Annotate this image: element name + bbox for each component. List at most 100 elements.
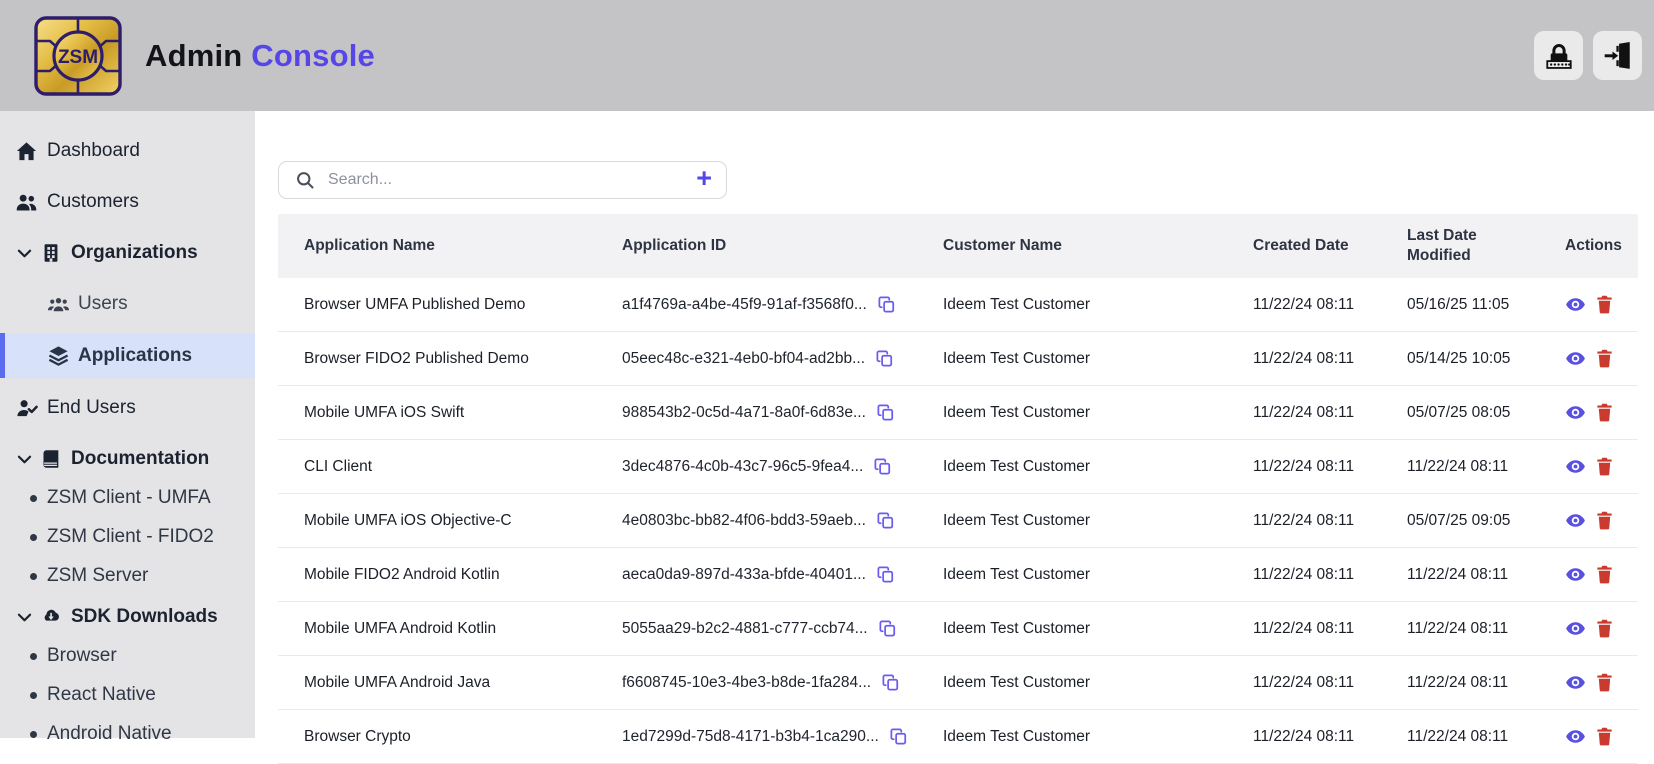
trash-icon: [1597, 565, 1612, 584]
view-application-button[interactable]: [1565, 294, 1586, 315]
actions-cell: [1565, 564, 1638, 585]
customer-name-cell: Ideem Test Customer: [943, 619, 1091, 637]
add-application-button[interactable]: +: [696, 165, 712, 195]
title-console: Console: [251, 37, 375, 73]
delete-application-button[interactable]: [1595, 726, 1614, 747]
logout-icon: [1604, 41, 1630, 69]
building-icon: [39, 242, 62, 265]
copy-id-button[interactable]: [876, 565, 895, 584]
copy-id-button[interactable]: [881, 673, 900, 692]
sidebar-item-zsm-client-fido2[interactable]: ZSM Client - FIDO2: [0, 523, 255, 551]
delete-application-button[interactable]: [1595, 618, 1614, 639]
trash-icon: [1597, 349, 1612, 368]
view-application-button[interactable]: [1565, 348, 1586, 369]
book-icon: [39, 448, 62, 471]
created-date-cell: 11/22/24 08:11: [1253, 349, 1355, 367]
sidebar-item-react-native[interactable]: React Native: [0, 681, 255, 709]
sidebar-item-documentation[interactable]: Documentation: [0, 443, 255, 475]
delete-application-button[interactable]: [1595, 672, 1614, 693]
application-id-value: 4e0803bc-bb82-4f06-bdd3-59aeb...: [622, 511, 866, 529]
page-title: Admin Console: [145, 38, 375, 74]
search-bar: +: [278, 161, 727, 199]
copy-icon: [879, 620, 895, 637]
table-row: Browser FIDO2 Published Demo 05eec48c-e3…: [278, 332, 1638, 386]
sidebar-item-label: End Users: [47, 397, 136, 418]
sidebar-item-customers[interactable]: Customers: [0, 186, 255, 218]
sidebar-item-zsm-client-umfa[interactable]: ZSM Client - UMFA: [0, 484, 255, 512]
application-id-value: f6608745-10e3-4be3-b8de-1fa284...: [622, 673, 872, 691]
customer-name-cell: Ideem Test Customer: [943, 295, 1091, 313]
copy-id-button[interactable]: [876, 511, 895, 530]
app-header: ZSM Admin Console: [0, 0, 1654, 111]
modified-date-cell: 11/22/24 08:11: [1407, 457, 1509, 475]
view-application-button[interactable]: [1565, 672, 1586, 693]
bullet-icon: [30, 730, 37, 738]
sidebar-item-label: Users: [78, 293, 128, 314]
home-icon: [15, 140, 38, 163]
logout-button[interactable]: [1593, 31, 1642, 80]
user-check-icon: [15, 397, 38, 420]
copy-id-button[interactable]: [889, 727, 908, 746]
layers-icon: [47, 344, 70, 367]
sidebar-item-dashboard[interactable]: Dashboard: [0, 135, 255, 167]
sidebar-item-label: Organizations: [71, 242, 198, 263]
view-application-button[interactable]: [1565, 726, 1586, 747]
sidebar-item-browser[interactable]: Browser: [0, 642, 255, 670]
delete-application-button[interactable]: [1595, 456, 1614, 477]
view-application-button[interactable]: [1565, 402, 1586, 423]
view-application-button[interactable]: [1565, 564, 1586, 585]
view-application-button[interactable]: [1565, 618, 1586, 639]
sidebar-item-organizations[interactable]: Organizations: [0, 237, 255, 269]
search-input[interactable]: [326, 170, 697, 190]
sidebar-item-sdk-downloads[interactable]: SDK Downloads: [0, 601, 255, 633]
sidebar-item-zsm-server[interactable]: ZSM Server: [0, 562, 255, 590]
delete-application-button[interactable]: [1595, 348, 1614, 369]
customer-name-cell: Ideem Test Customer: [943, 403, 1091, 421]
application-id-cell: 5055aa29-b2c2-4881-c777-ccb74...: [622, 619, 943, 638]
sidebar-item-applications[interactable]: Applications: [0, 333, 255, 378]
created-date-cell: 11/22/24 08:11: [1253, 619, 1355, 637]
trash-icon: [1597, 619, 1612, 638]
sidebar-item-end-users[interactable]: End Users: [0, 392, 255, 424]
delete-application-button[interactable]: [1595, 510, 1614, 531]
delete-application-button[interactable]: [1595, 564, 1614, 585]
copy-id-button[interactable]: [878, 619, 897, 638]
view-application-button[interactable]: [1565, 456, 1586, 477]
created-date-cell: 11/22/24 08:11: [1253, 727, 1355, 745]
sidebar-item-label: Browser: [47, 645, 117, 666]
sidebar-item-label: Applications: [78, 344, 193, 366]
copy-icon: [874, 458, 891, 475]
sidebar-item-users[interactable]: Users: [0, 288, 255, 320]
sidebar-item-label: ZSM Server: [47, 565, 149, 586]
column-header-last-date-modified: Last Date Modified: [1407, 226, 1477, 264]
modified-date-cell: 05/14/25 10:05: [1407, 349, 1511, 367]
application-name-cell: CLI Client: [304, 457, 373, 475]
logo-text: ZSM: [58, 47, 98, 68]
delete-application-button[interactable]: [1595, 402, 1614, 423]
created-date-cell: 11/22/24 08:11: [1253, 403, 1355, 421]
view-application-button[interactable]: [1565, 510, 1586, 531]
copy-id-button[interactable]: [877, 295, 896, 314]
copy-icon: [876, 350, 893, 367]
application-name-cell: Mobile UMFA Android Kotlin: [304, 619, 497, 637]
column-header-customer-name: Customer Name: [943, 236, 1062, 254]
table-row: Mobile UMFA iOS Objective-C 4e0803bc-bb8…: [278, 494, 1638, 548]
sidebar-item-label: SDK Downloads: [71, 606, 218, 627]
cloud-download-icon: [39, 606, 62, 629]
eye-icon: [1566, 568, 1585, 581]
copy-id-button[interactable]: [875, 349, 894, 368]
sidebar-item-label: React Native: [47, 684, 156, 705]
table-row: Mobile UMFA iOS Swift 988543b2-0c5d-4a71…: [278, 386, 1638, 440]
sidebar-item-android-native[interactable]: Android Native: [0, 720, 255, 748]
actions-cell: [1565, 726, 1638, 747]
lock-password-icon: [1545, 43, 1572, 69]
application-id-cell: 988543b2-0c5d-4a71-8a0f-6d83e...: [622, 403, 943, 422]
delete-application-button[interactable]: [1595, 294, 1614, 315]
application-id-cell: f6608745-10e3-4be3-b8de-1fa284...: [622, 673, 943, 692]
customer-name-cell: Ideem Test Customer: [943, 511, 1091, 529]
change-password-button[interactable]: [1534, 31, 1583, 80]
application-id-cell: 05eec48c-e321-4eb0-bf04-ad2bb...: [622, 349, 943, 368]
copy-id-button[interactable]: [876, 403, 895, 422]
copy-icon: [877, 404, 893, 421]
copy-id-button[interactable]: [873, 457, 892, 476]
